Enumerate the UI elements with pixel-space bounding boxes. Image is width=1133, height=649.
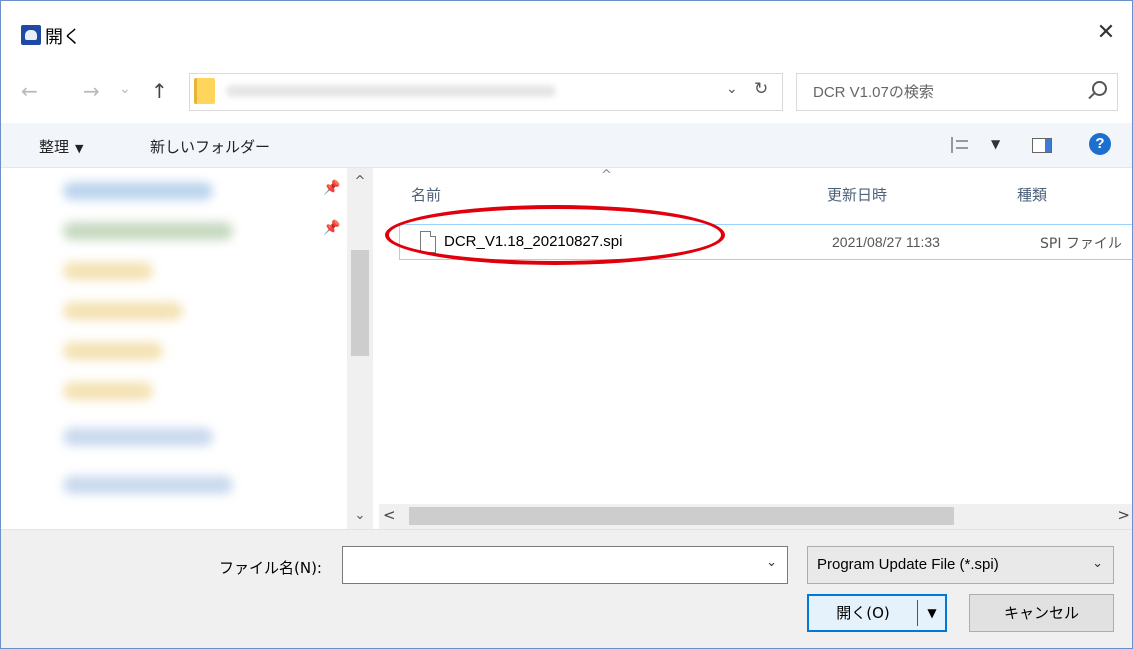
scroll-right-icon[interactable]: > bbox=[1117, 506, 1130, 524]
chevron-down-icon[interactable]: ⌄ bbox=[766, 555, 777, 570]
address-path-blurred bbox=[226, 85, 556, 97]
up-arrow-icon[interactable]: ↑ bbox=[151, 79, 168, 103]
file-icon bbox=[420, 231, 436, 253]
organize-label: 整理 bbox=[39, 138, 70, 156]
scroll-down-icon[interactable]: ⌄ bbox=[347, 508, 373, 523]
chevron-down-icon[interactable]: ⌄ bbox=[1092, 556, 1103, 571]
view-options-icon[interactable] bbox=[951, 137, 968, 153]
nav-item-blurred[interactable] bbox=[63, 182, 213, 200]
dialog-footer: ファイル名(N): ⌄ Program Update File (*.spi) … bbox=[1, 529, 1132, 648]
nav-item-blurred[interactable] bbox=[63, 382, 153, 400]
caret-down-icon[interactable]: ▼ bbox=[922, 596, 942, 630]
pin-icon[interactable]: 📌 bbox=[323, 220, 340, 236]
filetype-selected: Program Update File (*.spi) bbox=[817, 556, 999, 573]
back-arrow-icon[interactable]: ← bbox=[21, 79, 38, 103]
scrollbar-thumb[interactable] bbox=[351, 250, 369, 356]
close-icon[interactable]: ✕ bbox=[1088, 15, 1124, 51]
nav-item-blurred[interactable] bbox=[63, 428, 213, 446]
scroll-left-icon[interactable]: < bbox=[383, 506, 396, 524]
sort-ascending-icon: ^ bbox=[601, 168, 612, 183]
organize-button[interactable]: 整理 ▼ bbox=[39, 136, 83, 157]
column-header-modified[interactable]: 更新日時 bbox=[827, 184, 887, 205]
recent-locations-chevron-icon[interactable]: ⌄ bbox=[119, 81, 131, 97]
forward-arrow-icon[interactable]: → bbox=[83, 79, 100, 103]
nav-item-blurred[interactable] bbox=[63, 222, 233, 240]
open-button[interactable]: 開く(O) ▼ bbox=[807, 594, 947, 632]
caret-down-icon[interactable]: ▼ bbox=[991, 137, 1000, 151]
filename-label: ファイル名(N): bbox=[219, 559, 322, 577]
search-icon[interactable] bbox=[1092, 81, 1107, 96]
app-icon bbox=[21, 25, 41, 45]
folder-icon bbox=[194, 78, 215, 104]
cancel-button[interactable]: キャンセル bbox=[969, 594, 1114, 632]
file-name: DCR_V1.18_20210827.spi bbox=[444, 233, 623, 250]
new-folder-button[interactable]: 新しいフォルダー bbox=[150, 136, 270, 157]
file-row[interactable]: DCR_V1.18_20210827.spi 2021/08/27 11:33 … bbox=[399, 224, 1132, 260]
navigation-pane[interactable]: 📌 📌 bbox=[1, 168, 379, 529]
column-header-type[interactable]: 種類 bbox=[1017, 184, 1047, 205]
open-file-dialog: 開く ✕ ← → ⌄ ↑ ⌄ ↻ 整理 ▼ 新しいフォルダー ▼ ? 📌 📌 bbox=[0, 0, 1133, 649]
title-bar: 開く ✕ bbox=[1, 1, 1132, 71]
file-list[interactable]: ^ 名前 更新日時 種類 DCR_V1.18_20210827.spi 2021… bbox=[379, 168, 1132, 504]
nav-item-blurred[interactable] bbox=[63, 262, 153, 280]
preview-pane-icon[interactable] bbox=[1032, 138, 1052, 153]
split-divider bbox=[917, 600, 918, 626]
search-input[interactable] bbox=[811, 80, 1075, 104]
caret-down-icon: ▼ bbox=[75, 142, 84, 155]
help-icon[interactable]: ? bbox=[1089, 133, 1111, 155]
column-header-name[interactable]: 名前 bbox=[411, 184, 441, 205]
nav-item-blurred[interactable] bbox=[63, 476, 233, 494]
chevron-down-icon[interactable]: ⌄ bbox=[726, 81, 738, 97]
filename-combobox[interactable]: ⌄ bbox=[342, 546, 788, 584]
filetype-select[interactable]: Program Update File (*.spi) ⌄ bbox=[807, 546, 1114, 584]
open-button-label: 開く(O) bbox=[836, 604, 890, 622]
file-type: SPI ファイル bbox=[1040, 236, 1122, 252]
scroll-up-icon[interactable]: ^ bbox=[347, 174, 373, 189]
pin-icon[interactable]: 📌 bbox=[323, 180, 340, 196]
file-list-horizontal-scrollbar[interactable]: < > bbox=[379, 504, 1132, 529]
refresh-icon[interactable]: ↻ bbox=[754, 79, 768, 99]
command-bar: 整理 ▼ 新しいフォルダー ▼ ? bbox=[1, 123, 1132, 168]
nav-item-blurred[interactable] bbox=[63, 302, 183, 320]
search-box[interactable] bbox=[796, 73, 1118, 111]
address-bar[interactable]: ⌄ ↻ bbox=[189, 73, 783, 111]
filename-field[interactable] bbox=[349, 554, 753, 578]
file-modified: 2021/08/27 11:33 bbox=[832, 234, 940, 250]
nav-item-blurred[interactable] bbox=[63, 342, 163, 360]
scrollbar-thumb[interactable] bbox=[409, 507, 954, 525]
navigation-pane-scrollbar[interactable]: ^ ⌄ bbox=[347, 168, 373, 529]
dialog-title: 開く bbox=[45, 27, 81, 48]
